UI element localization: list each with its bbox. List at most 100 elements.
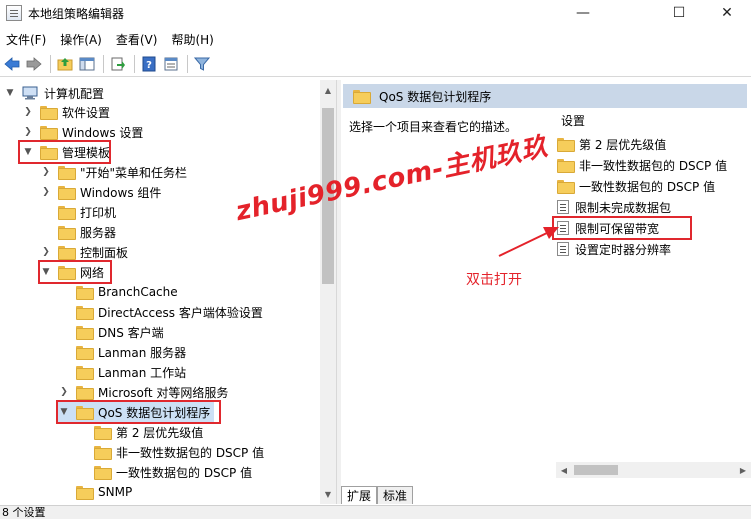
setting-icon (557, 200, 569, 214)
folder-icon (94, 466, 112, 480)
chevron-right-icon[interactable]: ❯ (40, 186, 52, 198)
tree-item-start-menu[interactable]: ❯ "开始"菜单和任务栏 (40, 162, 187, 182)
status-bar: 8 个设置 (0, 505, 751, 519)
tree-item-software-settings[interactable]: ❯ 软件设置 (22, 102, 110, 122)
tree-item-lanman-workstation[interactable]: Lanman 工作站 (76, 362, 186, 382)
chevron-down-icon[interactable]: ▼ (4, 87, 16, 99)
column-header-setting[interactable]: 设置 (561, 112, 585, 129)
folder-icon (557, 138, 575, 152)
list-item-limit-outstanding[interactable]: 限制未完成数据包 (557, 197, 671, 217)
tree-item-windows-components[interactable]: ❯ Windows 组件 (40, 182, 161, 202)
scroll-left-icon[interactable]: ◀ (556, 462, 572, 478)
toolbar-separator (103, 54, 104, 73)
console-tree: ▼ 计算机配置 ❯ 软件设置 ❯ Windows 设置 ▼ 管理模板 ❯ "开始… (0, 80, 336, 504)
tree-item-ms-p2p[interactable]: ❯ Microsoft 对等网络服务 (58, 382, 228, 402)
up-folder-button[interactable] (55, 54, 75, 74)
tree-item-directaccess[interactable]: DirectAccess 客户端体验设置 (76, 302, 263, 322)
chevron-right-icon[interactable]: ❯ (22, 126, 34, 138)
folder-icon (58, 206, 76, 220)
tree-item-lanman-server[interactable]: Lanman 服务器 (76, 342, 186, 362)
description-text: 选择一个项目来查看它的描述。 (349, 120, 518, 134)
show-tree-button[interactable] (77, 54, 97, 74)
list-item-label: 一致性数据包的 DSCP 值 (579, 179, 716, 194)
annotation-double-click: 双击打开 (466, 272, 522, 288)
tree-item-label: Windows 组件 (80, 185, 162, 200)
minimize-button[interactable]: — (560, 0, 606, 26)
folder-icon (58, 226, 76, 240)
details-header-title: QoS 数据包计划程序 (379, 89, 492, 104)
tree-item-label: Lanman 服务器 (98, 345, 187, 360)
highlight-limit-bandwidth (552, 216, 692, 240)
svg-text:?: ? (146, 60, 152, 71)
back-button[interactable] (2, 54, 22, 74)
menu-view[interactable]: 查看(V) (116, 31, 158, 48)
chevron-right-icon[interactable]: ❯ (58, 386, 70, 398)
annotation-arrow (498, 227, 559, 257)
menu-file[interactable]: 文件(F) (6, 31, 46, 48)
list-item-layer2[interactable]: 第 2 层优先级值 (557, 134, 666, 154)
folder-icon (76, 366, 94, 380)
properties-icon (164, 57, 178, 70)
scroll-down-icon[interactable]: ▼ (320, 486, 336, 502)
tree-item-snmp[interactable]: SNMP (76, 482, 132, 502)
export-icon (111, 57, 125, 70)
toolbar: ? (0, 51, 751, 77)
tree-item-label: DNS 客户端 (98, 325, 164, 340)
tree-item-server[interactable]: 服务器 (58, 222, 116, 242)
tree-item-printers[interactable]: 打印机 (58, 202, 116, 222)
tree-item-label: 软件设置 (62, 105, 111, 120)
help-icon: ? (142, 56, 156, 71)
menu-action[interactable]: 操作(A) (60, 31, 102, 48)
scroll-right-icon[interactable]: ▶ (735, 462, 751, 478)
tab-standard[interactable]: 标准 (377, 486, 414, 504)
list-item-label: 非一致性数据包的 DSCP 值 (579, 158, 728, 173)
tree-item-qos-conform[interactable]: 一致性数据包的 DSCP 值 (94, 462, 252, 482)
toolbar-separator (187, 54, 188, 73)
maximize-button[interactable]: ☐ (656, 0, 702, 26)
tree-item-branchcache[interactable]: BranchCache (76, 282, 178, 302)
folder-icon (76, 346, 94, 360)
tab-extended[interactable]: 扩展 (341, 486, 378, 504)
tree-item-label: 一致性数据包的 DSCP 值 (116, 465, 253, 480)
help-button[interactable]: ? (139, 54, 159, 74)
close-button[interactable]: ✕ (704, 0, 750, 26)
scroll-up-icon[interactable]: ▲ (320, 82, 336, 98)
folder-icon (76, 286, 94, 300)
folder-icon (76, 386, 94, 400)
list-item-nonconform[interactable]: 非一致性数据包的 DSCP 值 (557, 155, 727, 175)
folder-icon (76, 306, 94, 320)
folder-icon (58, 186, 76, 200)
chevron-right-icon[interactable]: ❯ (40, 166, 52, 178)
list-item-timer-resolution[interactable]: 设置定时器分辨率 (557, 239, 671, 259)
tree-item-windows-settings[interactable]: ❯ Windows 设置 (22, 122, 143, 142)
filter-button[interactable] (192, 54, 212, 74)
list-item-conform[interactable]: 一致性数据包的 DSCP 值 (557, 176, 715, 196)
tree-item-label: Lanman 工作站 (98, 365, 187, 380)
tree-item-control-panel[interactable]: ❯ 控制面板 (40, 242, 128, 262)
forward-arrow-icon (26, 56, 42, 71)
list-item-label: 限制未完成数据包 (575, 200, 672, 215)
details-hscrollbar[interactable]: ◀ ▶ (556, 462, 751, 478)
list-item-label: 第 2 层优先级值 (579, 137, 667, 152)
app-icon (6, 5, 22, 21)
folder-icon (94, 426, 112, 440)
menu-help[interactable]: 帮助(H) (171, 31, 213, 48)
tree-item-label: 第 2 层优先级值 (116, 425, 204, 440)
folder-icon (40, 126, 58, 140)
tree-item-qos-layer2[interactable]: 第 2 层优先级值 (94, 422, 203, 442)
properties-button[interactable] (161, 54, 181, 74)
tree-item-computer-config[interactable]: ▼ 计算机配置 (4, 83, 104, 103)
tree-item-label: "开始"菜单和任务栏 (80, 165, 188, 180)
highlight-qos (56, 400, 221, 424)
filter-icon (194, 57, 210, 71)
tree-item-qos-nonconform[interactable]: 非一致性数据包的 DSCP 值 (94, 442, 264, 462)
folder-icon (40, 106, 58, 120)
tree-item-label: BranchCache (98, 285, 178, 299)
export-list-button[interactable] (108, 54, 128, 74)
chevron-right-icon[interactable]: ❯ (40, 246, 52, 258)
details-hscrollbar-thumb[interactable] (574, 465, 618, 475)
forward-button[interactable] (24, 54, 44, 74)
tree-scrollbar[interactable]: ▲ ▼ (320, 80, 336, 504)
tree-item-dns-client[interactable]: DNS 客户端 (76, 322, 164, 342)
chevron-right-icon[interactable]: ❯ (22, 106, 34, 118)
